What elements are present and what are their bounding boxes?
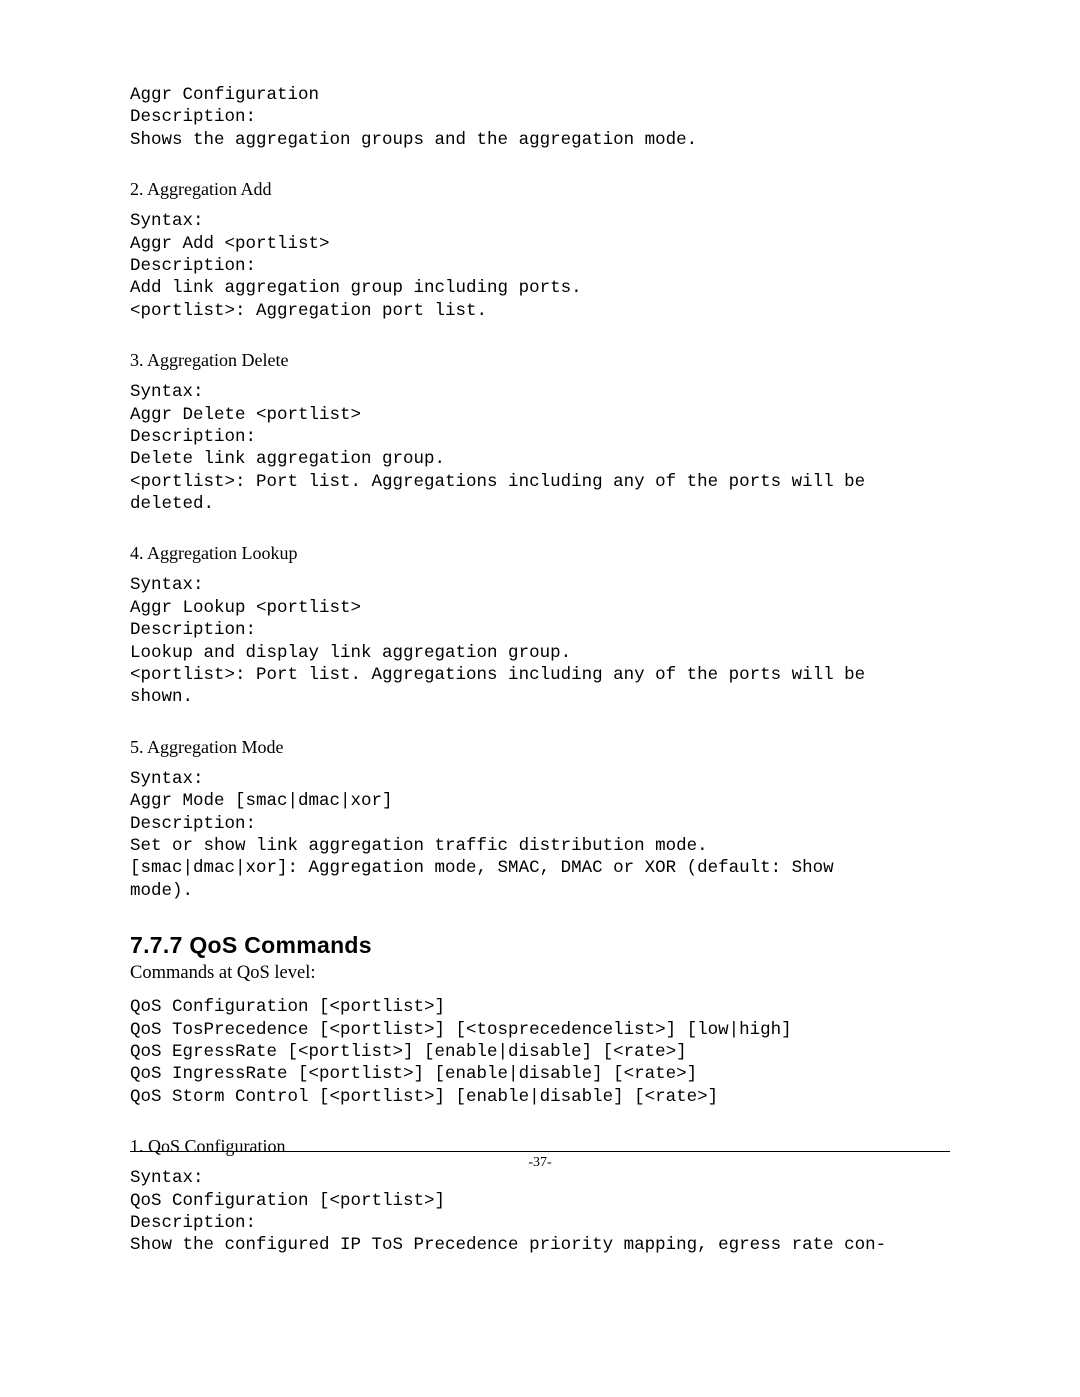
section-title-qos-commands: 7.7.7 QoS Commands bbox=[130, 932, 950, 959]
code-block-aggr-config: Aggr Configuration Description: Shows th… bbox=[130, 84, 950, 151]
heading-aggregation-delete: 3. Aggregation Delete bbox=[130, 350, 950, 371]
page-footer: -37- bbox=[130, 1151, 950, 1171]
code-block-aggregation-delete: Syntax: Aggr Delete <portlist> Descripti… bbox=[130, 381, 950, 515]
section-intro: Commands at QoS level: bbox=[130, 963, 950, 984]
heading-aggregation-lookup: 4. Aggregation Lookup bbox=[130, 543, 950, 564]
heading-aggregation-add: 2. Aggregation Add bbox=[130, 179, 950, 200]
code-block-qos-configuration: Syntax: QoS Configuration [<portlist>] D… bbox=[130, 1167, 950, 1257]
code-block-aggregation-add: Syntax: Aggr Add <portlist> Description:… bbox=[130, 210, 950, 322]
code-block-aggregation-lookup: Syntax: Aggr Lookup <portlist> Descripti… bbox=[130, 574, 950, 708]
code-block-aggregation-mode: Syntax: Aggr Mode [smac|dmac|xor] Descri… bbox=[130, 768, 950, 902]
code-block-qos-commands-list: QoS Configuration [<portlist>] QoS TosPr… bbox=[130, 996, 950, 1108]
page: Aggr Configuration Description: Shows th… bbox=[0, 0, 1080, 1397]
heading-aggregation-mode: 5. Aggregation Mode bbox=[130, 737, 950, 758]
page-number: -37- bbox=[528, 1155, 551, 1170]
